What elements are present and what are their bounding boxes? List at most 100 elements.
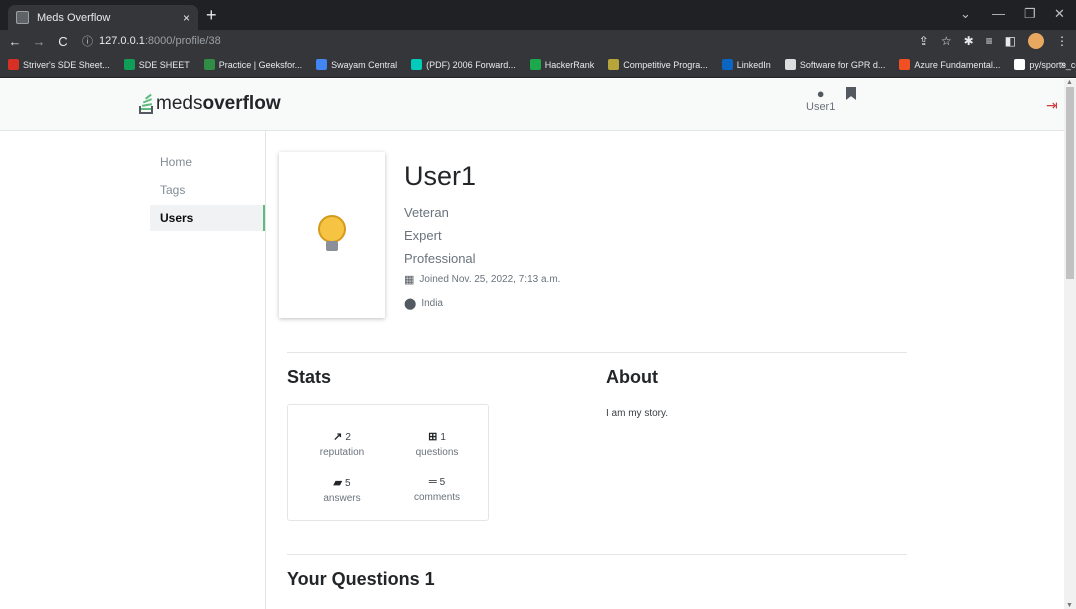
- bookmark-item[interactable]: Azure Fundamental...: [899, 59, 1000, 70]
- bookmark-label: SDE SHEET: [138, 59, 190, 70]
- sidebar-item-tags[interactable]: Tags: [150, 177, 266, 203]
- bookmark-label: LinkedIn: [736, 59, 771, 70]
- about-text: I am my story.: [606, 408, 669, 419]
- bookmark-favicon-icon: [608, 59, 620, 70]
- bookmark-item[interactable]: (PDF) 2006 Forward...: [411, 59, 516, 70]
- joined-text: Joined Nov. 25, 2022, 7:13 a.m.: [419, 274, 561, 285]
- about-title: About: [606, 367, 658, 387]
- questions-value: 1: [440, 432, 446, 443]
- stat-reputation: ↗ 2 reputation: [297, 430, 387, 458]
- lightbulb-icon: [318, 215, 346, 255]
- bookmark-item[interactable]: py/sports_celebrity_...: [1014, 59, 1076, 70]
- bookmark-label: Swayam Central: [331, 59, 398, 70]
- new-tab-button[interactable]: +: [206, 5, 217, 25]
- reputation-value: 2: [345, 432, 351, 443]
- site-header: meds overflow ● User1 ⇥: [0, 79, 1064, 131]
- left-sidebar: Home Tags Users: [150, 149, 266, 233]
- bookmark-item[interactable]: Software for GPR d...: [784, 59, 886, 70]
- bookmark-item[interactable]: Striver's SDE Sheet...: [8, 59, 110, 70]
- badge-professional: Professional: [404, 251, 476, 266]
- browser-tab-bar: Meds Overflow × + ⌄ — ❐ ✕: [0, 0, 1076, 30]
- location: ⬤ India: [404, 297, 443, 310]
- bookmarks-more-icon[interactable]: »: [1060, 59, 1066, 70]
- bookmark-favicon-icon: [721, 59, 733, 70]
- location-text: India: [421, 298, 443, 309]
- comments-label: comments: [413, 492, 461, 503]
- stat-comments: ═ 5 comments: [392, 476, 482, 503]
- answers-label: answers: [323, 493, 361, 504]
- bookmark-label: HackerRank: [544, 59, 595, 70]
- side-panel-icon[interactable]: ◧: [1005, 34, 1016, 48]
- bookmark-favicon-icon: [784, 59, 796, 70]
- trending-up-icon: ↗: [333, 431, 343, 443]
- bookmark-icon[interactable]: [846, 87, 856, 100]
- url-input[interactable]: ⓘ 127.0.0.1:8000/profile/38: [82, 33, 221, 49]
- bookmark-item[interactable]: Swayam Central: [316, 59, 397, 70]
- bookmark-favicon-icon: [8, 59, 19, 70]
- site-info-icon[interactable]: ⓘ: [82, 33, 93, 49]
- window-close-icon[interactable]: ✕: [1054, 6, 1065, 22]
- user-icon: ●: [816, 86, 825, 101]
- reputation-label: reputation: [319, 447, 365, 458]
- your-questions-title: Your Questions 1: [287, 569, 435, 589]
- bookmark-favicon-icon: [529, 59, 541, 70]
- calendar-icon: ▦: [404, 274, 415, 286]
- comments-icon: ═: [428, 476, 437, 488]
- browser-tab[interactable]: Meds Overflow ×: [8, 5, 198, 30]
- tab-close-icon[interactable]: ×: [183, 11, 190, 25]
- bookmark-favicon-icon: [123, 59, 135, 70]
- extensions-icon[interactable]: ✱: [964, 34, 974, 48]
- bookmark-label: py/sports_celebrity_...: [1029, 59, 1076, 70]
- site-logo[interactable]: meds overflow: [138, 93, 281, 115]
- sidebar-divider: [265, 131, 266, 609]
- bookmark-label: Practice | Geeksfor...: [218, 59, 303, 70]
- comments-value: 5: [439, 477, 446, 488]
- logo-text-bold: overflow: [202, 93, 281, 114]
- bookmark-item[interactable]: SDE SHEET: [123, 59, 190, 70]
- menu-icon[interactable]: ⋮: [1056, 34, 1068, 48]
- star-icon[interactable]: ☆: [941, 34, 952, 48]
- scroll-up-icon[interactable]: ▲: [1066, 79, 1073, 86]
- bookmark-label: Software for GPR d...: [799, 59, 886, 70]
- questions-label: questions: [415, 447, 459, 458]
- minimize-icon[interactable]: —: [992, 6, 1005, 21]
- bookmark-favicon-icon: [203, 59, 215, 70]
- tab-search-icon[interactable]: ⌄: [960, 6, 971, 22]
- address-bar: ← → C ⓘ 127.0.0.1:8000/profile/38 ⇪ ☆ ✱ …: [0, 30, 1076, 52]
- reading-list-icon[interactable]: ≡: [986, 34, 993, 48]
- reload-icon[interactable]: C: [54, 34, 72, 49]
- forward-icon[interactable]: →: [30, 34, 48, 49]
- scrollbar-thumb[interactable]: [1066, 87, 1074, 279]
- bookmark-favicon-icon: [1014, 59, 1026, 70]
- bookmark-item[interactable]: HackerRank: [529, 59, 595, 70]
- section-divider: [287, 352, 907, 353]
- sidebar-item-home[interactable]: Home: [150, 149, 266, 175]
- header-user-link[interactable]: ● User1: [806, 86, 836, 114]
- profile-name: User1: [404, 161, 477, 191]
- bookmark-label: Competitive Progra...: [623, 59, 708, 70]
- page-content: meds overflow ● User1 ⇥ Home Tags Users U…: [0, 79, 1064, 609]
- back-icon[interactable]: ←: [6, 34, 24, 49]
- bookmark-item[interactable]: Competitive Progra...: [608, 59, 708, 70]
- bookmark-label: Striver's SDE Sheet...: [23, 59, 110, 70]
- sidebar-item-users[interactable]: Users: [150, 205, 266, 231]
- scroll-down-icon[interactable]: ▼: [1066, 602, 1073, 609]
- stat-questions: ⊞ 1 questions: [392, 430, 482, 458]
- header-username: User1: [806, 101, 836, 113]
- share-icon[interactable]: ⇪: [919, 34, 929, 48]
- bookmark-favicon-icon: [316, 59, 328, 70]
- location-pin-icon: ⬤: [404, 298, 417, 310]
- bookmarks-bar: Striver's SDE Sheet... SDE SHEET Practice …: [0, 52, 1076, 78]
- logo-stack-icon: [139, 93, 153, 114]
- logout-icon[interactable]: ⇥: [1046, 97, 1058, 114]
- section-divider: [287, 554, 907, 555]
- bookmark-item[interactable]: Practice | Geeksfor...: [203, 59, 303, 70]
- bookmark-label: (PDF) 2006 Forward...: [426, 59, 516, 70]
- bookmark-label: Azure Fundamental...: [914, 59, 1001, 70]
- restore-icon[interactable]: ❐: [1024, 6, 1036, 22]
- page-scrollbar[interactable]: ▲ ▼: [1064, 79, 1076, 609]
- question-add-icon: ⊞: [428, 431, 438, 443]
- url-host: 127.0.0.1: [99, 35, 145, 47]
- profile-avatar-icon[interactable]: [1028, 33, 1044, 49]
- bookmark-item[interactable]: LinkedIn: [721, 59, 771, 70]
